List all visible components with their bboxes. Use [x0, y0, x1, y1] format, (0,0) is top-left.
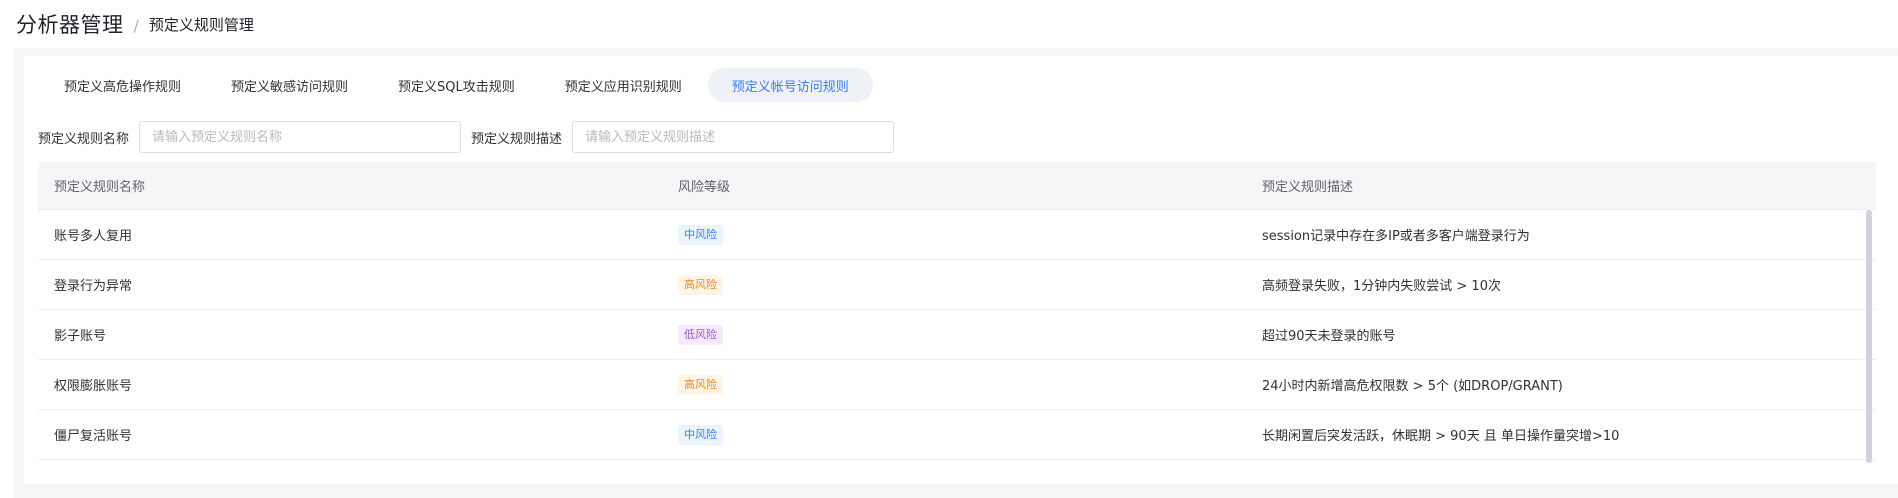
rule-name-input[interactable] — [139, 121, 462, 153]
rule-desc-input[interactable] — [572, 121, 895, 153]
rule-desc-cell: 24小时内新增高危权限数 > 5个 (如DROP/GRANT) — [1262, 379, 1563, 394]
rule-desc-cell: 高频登录失败，1分钟内失败尝试 > 10次 — [1262, 279, 1501, 294]
tab-account-access[interactable]: 预定义帐号访问规则 — [707, 68, 873, 102]
breadcrumb-root[interactable]: 分析器管理 — [16, 9, 124, 39]
tab-app-identification[interactable]: 预定义应用识别规则 — [541, 68, 706, 102]
breadcrumb-current: 预定义规则管理 — [148, 15, 254, 34]
rule-desc-cell: session记录中存在多IP或者多客户端登录行为 — [1262, 229, 1530, 244]
breadcrumb: 分析器管理 / 预定义规则管理 — [16, 8, 254, 40]
rule-name-cell: 权限膨胀账号 — [54, 379, 133, 394]
breadcrumb-separator: / — [133, 15, 139, 35]
rule-name-cell: 账号多人复用 — [54, 229, 133, 244]
rule-name-cell: 影子账号 — [54, 329, 107, 344]
risk-badge: 高风险 — [678, 274, 723, 295]
rule-name-label: 预定义规则名称 — [38, 131, 130, 147]
rule-desc-label: 预定义规则描述 — [471, 131, 563, 147]
rule-desc-cell: 长期闲置后突发活跃，休眠期 > 90天 且 单日操作量突增>10 — [1262, 429, 1620, 444]
table-row[interactable]: 登录行为异常 高风险 高频登录失败，1分钟内失败尝试 > 10次 — [38, 260, 1876, 310]
rule-name-cell: 登录行为异常 — [54, 279, 133, 294]
tab-high-risk-operation[interactable]: 预定义高危操作规则 — [40, 68, 205, 102]
rule-desc-cell: 超过90天未登录的账号 — [1262, 329, 1396, 344]
table-body: 账号多人复用 中风险 session记录中存在多IP或者多客户端登录行为 登录行… — [38, 210, 1876, 460]
table-scrollbar[interactable] — [1866, 210, 1872, 463]
rule-name-cell: 僵尸复活账号 — [54, 429, 133, 444]
column-header-name: 预定义规则名称 — [54, 180, 146, 195]
rule-tabs: 预定义高危操作规则 预定义敏感访问规则 预定义SQL攻击规则 预定义应用识别规则… — [40, 68, 875, 102]
tab-sql-attack[interactable]: 预定义SQL攻击规则 — [374, 68, 539, 102]
risk-badge: 低风险 — [678, 324, 723, 345]
column-header-risk: 风险等级 — [678, 180, 731, 195]
filter-bar: 预定义规则名称 预定义规则描述 — [38, 121, 895, 153]
tab-sensitive-access[interactable]: 预定义敏感访问规则 — [207, 68, 372, 102]
table-row[interactable]: 权限膨胀账号 高风险 24小时内新增高危权限数 > 5个 (如DROP/GRAN… — [38, 360, 1876, 410]
risk-badge: 高风险 — [678, 374, 723, 395]
table-row[interactable]: 账号多人复用 中风险 session记录中存在多IP或者多客户端登录行为 — [38, 210, 1876, 260]
rules-table: 预定义规则名称 风险等级 预定义规则描述 账号多人复用 中风险 session记… — [38, 162, 1876, 460]
risk-badge: 中风险 — [678, 224, 723, 245]
table-row[interactable]: 僵尸复活账号 中风险 长期闲置后突发活跃，休眠期 > 90天 且 单日操作量突增… — [38, 410, 1876, 460]
table-row[interactable]: 影子账号 低风险 超过90天未登录的账号 — [38, 310, 1876, 360]
column-header-desc: 预定义规则描述 — [1262, 180, 1354, 195]
risk-badge: 中风险 — [678, 424, 723, 445]
table-header: 预定义规则名称 风险等级 预定义规则描述 — [38, 162, 1876, 210]
